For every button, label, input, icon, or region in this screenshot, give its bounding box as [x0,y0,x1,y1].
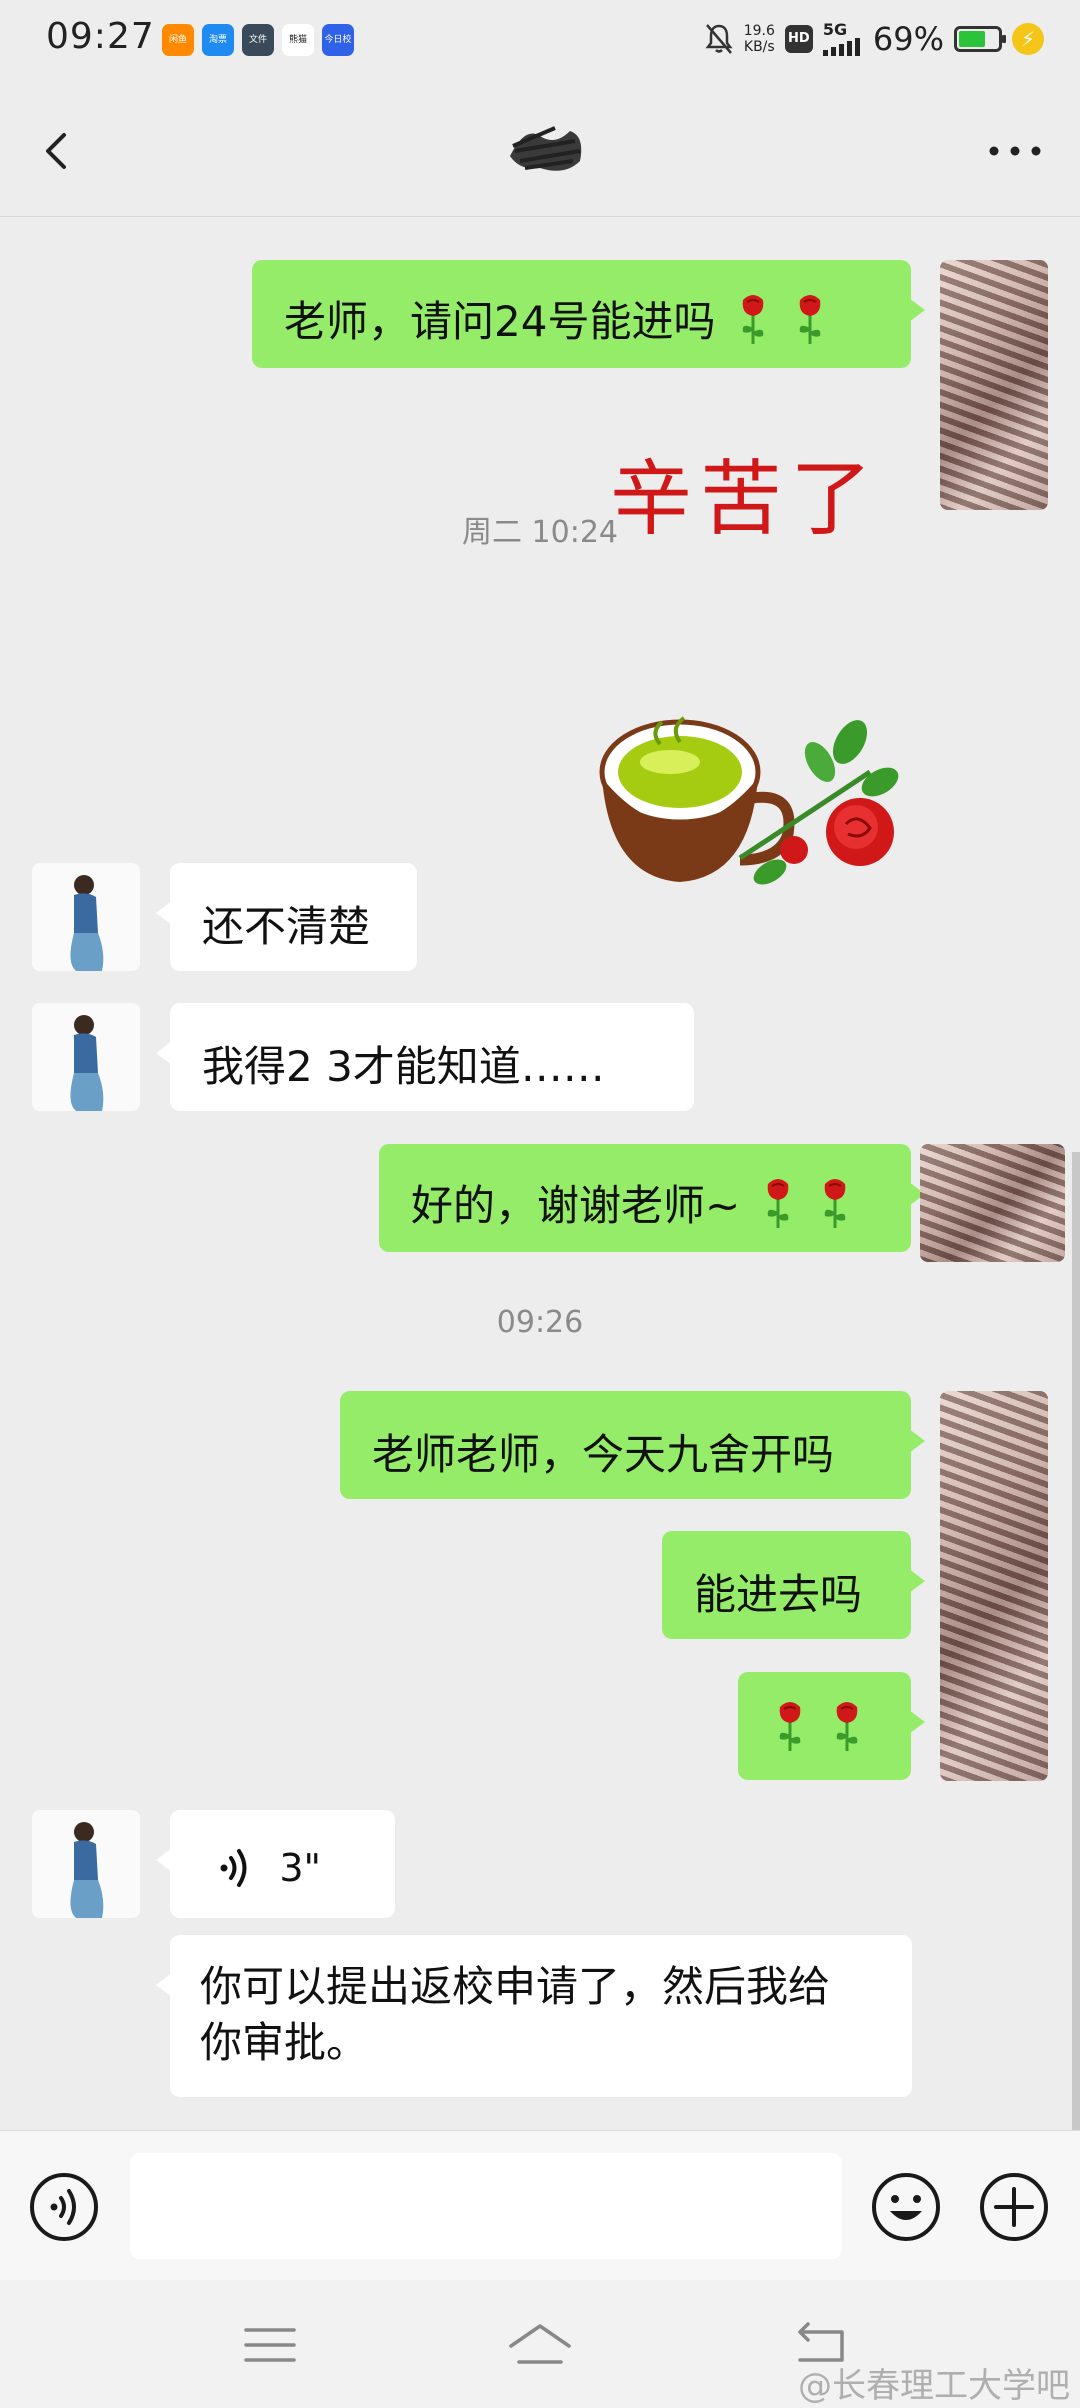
contact-name-scribble [510,126,582,171]
voice-duration: 3" [279,1845,322,1890]
ticket-app-icon: 淘票 [202,24,234,56]
signal-bars-icon [822,38,860,56]
panda-app-icon: 熊猫 [282,24,314,56]
menu-icon[interactable] [240,2320,300,2370]
status-bar: 09:27 闲鱼 淘票 文件 熊猫 今日校园 19.6 KB/s HD 5G [0,0,1080,86]
rose-emoji-icon [742,294,764,344]
rose-emoji-icon [767,1178,788,1228]
system-nav-bar: @长春理工大学吧 [0,2280,1080,2408]
xianyu-app-icon: 闲鱼 [162,24,194,56]
battery-percent: 69% [872,20,944,58]
message-bubble-sent[interactable]: 好的，谢谢老师~ [379,1144,925,1252]
status-right: 19.6 KB/s HD 5G 69% ⚡ [704,20,1044,58]
network-type: 5G [822,20,848,39]
rose-emoji-icon [837,1701,858,1751]
voice-wave-icon [220,1848,247,1887]
emoji-button[interactable] [870,2171,942,2243]
message-bubble-sent[interactable]: 能进去吗 [662,1531,925,1639]
message-bubble-sent[interactable]: 老师老师，今天九舍开吗 [340,1391,925,1499]
battery-tip [1002,35,1006,43]
teacher-avatar-image [32,1003,140,1111]
net-speed-value: 19.6 [743,23,775,39]
message-bubble-received[interactable]: 你可以提出返校申请了，然后我给 你审批。 [156,1935,912,2097]
teacher-avatar-image [32,1810,140,1918]
signal-indicator: 5G [822,20,863,56]
charging-icon: ⚡ [1012,23,1044,55]
rose-emoji-icon [799,294,821,344]
message-bubble-sent[interactable]: 老师，请问24号能进吗 [252,260,925,368]
status-time: 09:27 [46,16,155,57]
message-text: 好的，谢谢老师~ [411,1181,741,1230]
file-app-icon: 文件 [242,24,274,56]
watermark: @长春理工大学吧 [798,2366,1070,2406]
my-avatar[interactable] [940,260,1048,510]
message-text: 我得2 3才能知道…… [202,1042,605,1091]
message-text: 老师，请问24号能进吗 [284,297,716,346]
input-bar [0,2130,1080,2281]
home-icon[interactable] [505,2320,575,2370]
message-bubble-received[interactable]: 还不清楚 [156,863,417,971]
voice-input-button[interactable] [28,2171,100,2243]
hd-badge: HD [784,25,813,53]
teacher-avatar[interactable] [32,1810,140,1918]
notification-icons: 闲鱼 淘票 文件 熊猫 今日校园 [162,24,354,56]
chat-header [0,86,1080,217]
my-avatar[interactable] [920,1144,1065,1262]
chevron-left-icon[interactable] [30,121,90,181]
teacher-avatar-image [32,863,140,971]
timestamp: 09:26 [496,1305,584,1340]
message-text-line: 你可以提出返校申请了，然后我给 [200,1962,831,2011]
rose-emoji-icon [779,1701,801,1751]
voice-message-bubble[interactable]: 3" [156,1810,395,1918]
teacher-avatar[interactable] [32,1003,140,1111]
plus-button[interactable] [978,2171,1050,2243]
my-avatar[interactable] [940,1391,1048,1781]
tea-cup-rose-icon [599,716,899,885]
rose-emoji-icon [824,1178,846,1228]
campus-app-icon: 今日校园 [322,24,354,56]
message-bubble-received[interactable]: 我得2 3才能知道…… [156,1003,694,1111]
mute-bell-icon [705,24,733,54]
sticker-message[interactable]: 辛苦了 [580,412,910,932]
chat-area[interactable]: 老师，请问24号能进吗 辛苦了 周二 10:24 还不清楚 我得2 3才能知道…… [0,217,1080,2357]
message-text: 还不清楚 [202,902,371,951]
message-bubble-sent[interactable] [738,1672,925,1780]
message-text: 老师老师，今天九舍开吗 [372,1430,835,1479]
message-input[interactable] [130,2153,842,2259]
teacher-avatar[interactable] [32,863,140,971]
more-dots-icon[interactable] [980,121,1050,181]
message-text-line: 你审批。 [200,2018,369,2067]
battery-fill [959,31,985,47]
battery-icon [954,26,1006,52]
message-text: 能进去吗 [694,1570,863,1619]
timestamp: 周二 10:24 [462,515,618,550]
net-speed-unit: KB/s [743,39,775,55]
net-speed: 19.6 KB/s [744,23,775,55]
